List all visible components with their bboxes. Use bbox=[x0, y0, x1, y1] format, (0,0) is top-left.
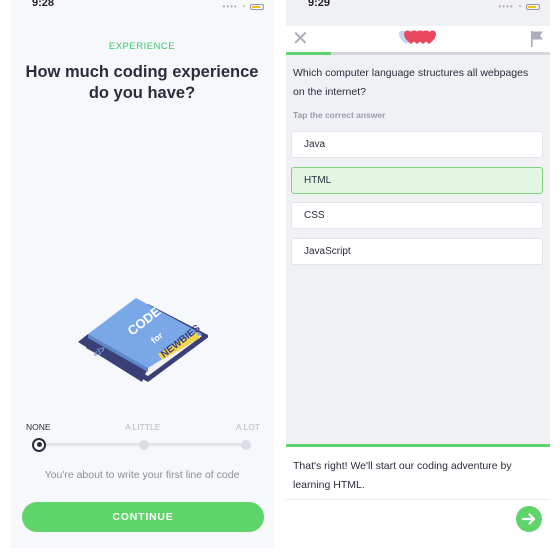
feedback-accent-bar bbox=[286, 444, 550, 447]
slider-stop-a-little[interactable] bbox=[139, 439, 149, 450]
lesson-progress bbox=[286, 52, 550, 55]
slider-handle[interactable] bbox=[32, 437, 46, 452]
answer-option-css[interactable]: CSS bbox=[291, 202, 543, 229]
wifi-icon: ◔ bbox=[516, 2, 523, 11]
status-time: 9:29 bbox=[308, 0, 331, 9]
quiz-screen: 9:29 •••• ◔ ✕ Which computer language st… bbox=[286, 0, 550, 548]
app-comparison: 9:28 •••• ◔ EXPERIENCE How much coding e… bbox=[0, 0, 560, 560]
hearts-lives bbox=[399, 30, 436, 44]
quiz-top-bar: ✕ bbox=[286, 26, 550, 54]
signal-icon: •••• bbox=[498, 2, 514, 11]
quiz-instruction: Tap the correct answer bbox=[293, 110, 386, 120]
status-time: 9:28 bbox=[32, 0, 55, 9]
answer-option-html[interactable]: HTML bbox=[291, 167, 543, 194]
arrow-right-icon bbox=[521, 513, 536, 525]
experience-slider[interactable] bbox=[32, 437, 251, 452]
experience-scale-labels: NONE A LITTLE A LOT bbox=[26, 422, 260, 434]
next-button[interactable] bbox=[516, 506, 542, 532]
status-icons: •••• ◔ bbox=[498, 2, 540, 11]
status-icons: •••• ◔ bbox=[222, 2, 264, 11]
book-illustration: CODE for NEWBIES </> bbox=[78, 296, 210, 396]
lesson-progress-fill bbox=[286, 52, 331, 55]
scale-label-a-little[interactable]: A LITTLE bbox=[125, 422, 160, 432]
divider bbox=[286, 499, 550, 500]
slider-stop-a-lot[interactable] bbox=[241, 439, 251, 450]
feedback-message: That's right! We'll start our coding adv… bbox=[293, 460, 512, 491]
section-eyebrow: EXPERIENCE bbox=[108, 41, 176, 52]
wifi-icon: ◔ bbox=[240, 2, 247, 11]
feedback-panel: That's right! We'll start our coding adv… bbox=[286, 444, 550, 548]
answer-option-java[interactable]: Java bbox=[291, 131, 543, 158]
page-title: How much coding experience do you have? bbox=[25, 63, 259, 102]
quiz-question: Which computer language structures all w… bbox=[293, 67, 529, 98]
battery-icon bbox=[526, 3, 540, 10]
close-icon[interactable]: ✕ bbox=[292, 28, 309, 50]
flag-icon[interactable] bbox=[530, 30, 544, 48]
scale-label-a-lot[interactable]: A LOT bbox=[236, 422, 260, 432]
signal-icon: •••• bbox=[222, 2, 238, 11]
helper-text: You're about to write your first line of… bbox=[44, 469, 240, 481]
scale-label-none[interactable]: NONE bbox=[26, 422, 51, 432]
book-icon: CODE for NEWBIES </> bbox=[78, 298, 210, 382]
battery-icon bbox=[250, 3, 264, 10]
answer-option-javascript[interactable]: JavaScript bbox=[291, 238, 543, 265]
status-bar: 9:28 •••• ◔ bbox=[10, 0, 274, 16]
experience-screen: 9:28 •••• ◔ EXPERIENCE How much coding e… bbox=[10, 0, 274, 548]
continue-button[interactable]: CONTINUE bbox=[22, 502, 264, 532]
